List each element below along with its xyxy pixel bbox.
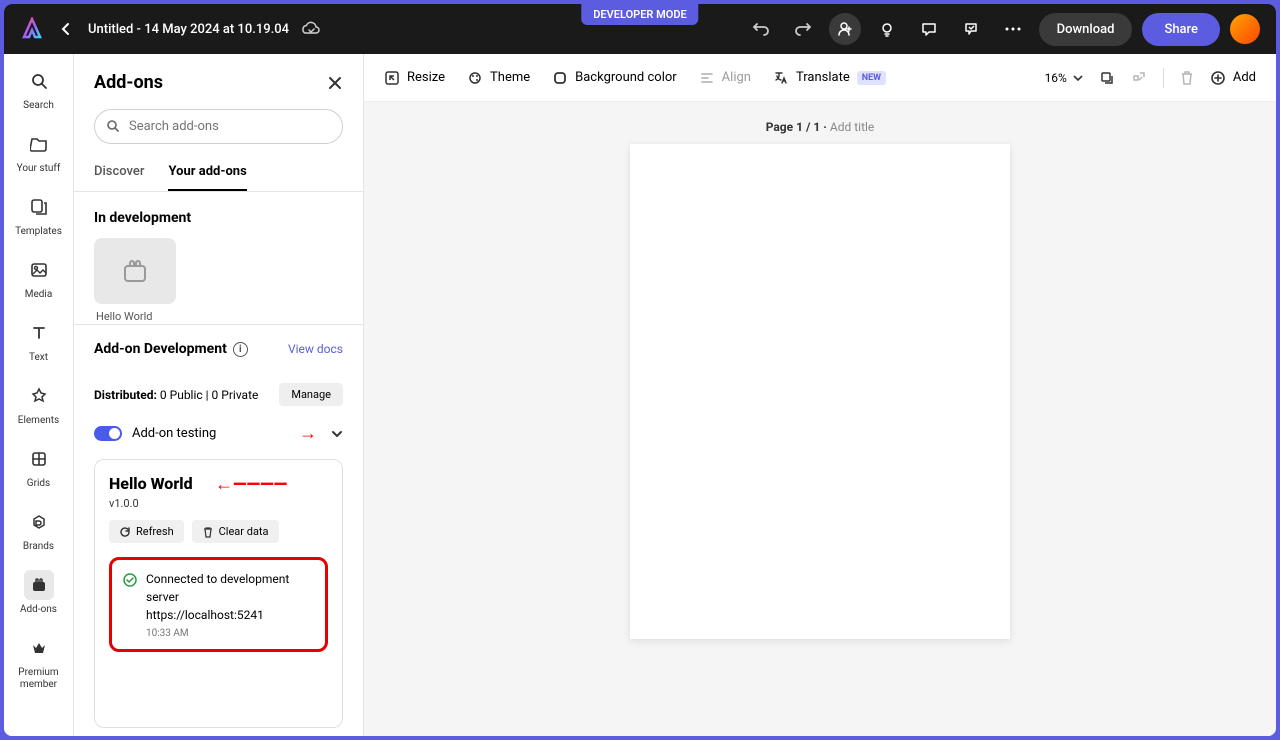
new-badge: NEW xyxy=(857,71,886,85)
duplicate-icon[interactable] xyxy=(1099,70,1115,86)
translate-icon xyxy=(773,70,789,86)
rail-search[interactable]: Search xyxy=(9,66,69,111)
plugin-icon xyxy=(121,257,149,285)
rail-media[interactable]: Media xyxy=(9,255,69,300)
brands-icon xyxy=(24,507,54,537)
resize-button[interactable]: Resize xyxy=(384,70,445,86)
rail-elements[interactable]: Elements xyxy=(9,381,69,426)
redo-icon[interactable] xyxy=(787,13,819,45)
bgcolor-button[interactable]: Background color xyxy=(552,70,677,86)
text-icon xyxy=(24,318,54,348)
transform-icon[interactable] xyxy=(1131,70,1147,86)
panel-title: Add-ons xyxy=(94,72,163,93)
app-logo[interactable] xyxy=(20,17,44,41)
addons-panel: Add-ons Discover Your add-ons In develop… xyxy=(74,54,364,736)
distributed-label: Distributed: xyxy=(94,388,157,402)
premium-icon xyxy=(24,633,54,663)
rail-yourstuff[interactable]: Your stuff xyxy=(9,129,69,174)
rail-brands[interactable]: Brands xyxy=(9,507,69,552)
rail-addons[interactable]: Add-ons xyxy=(9,570,69,615)
zoom-dropdown[interactable]: 16% xyxy=(1045,71,1083,85)
user-avatar[interactable] xyxy=(1230,14,1260,44)
distributed-value: 0 Public | 0 Private xyxy=(160,388,258,402)
addons-icon xyxy=(24,570,54,600)
undo-icon[interactable] xyxy=(745,13,777,45)
delete-icon[interactable] xyxy=(1180,70,1194,86)
addon-testing-toggle[interactable] xyxy=(94,426,122,441)
annotation-arrow: ←———— xyxy=(215,474,287,495)
align-icon xyxy=(699,70,715,86)
project-version: v1.0.0 xyxy=(109,493,328,520)
bgcolor-icon xyxy=(552,70,568,86)
add-page-button[interactable]: Add xyxy=(1210,70,1256,86)
templates-icon xyxy=(24,192,54,222)
back-button[interactable] xyxy=(56,19,76,39)
rail-templates[interactable]: Templates xyxy=(9,192,69,237)
refresh-button[interactable]: Refresh xyxy=(109,520,184,543)
search-icon xyxy=(24,66,54,96)
search-addons-input[interactable] xyxy=(94,109,343,144)
status-url: https://localhost:5241 xyxy=(146,606,315,624)
rail-text[interactable]: Text xyxy=(9,318,69,363)
grids-icon xyxy=(24,444,54,474)
clear-data-button[interactable]: Clear data xyxy=(192,520,279,543)
feedback-icon[interactable] xyxy=(955,13,987,45)
canvas-toolbar: Resize Theme Background color Align Tran… xyxy=(364,54,1276,102)
media-icon xyxy=(24,255,54,285)
comment-icon[interactable] xyxy=(913,13,945,45)
download-button[interactable]: Download xyxy=(1039,13,1133,46)
search-icon xyxy=(106,119,120,133)
plus-circle-icon xyxy=(1210,70,1226,86)
check-circle-icon xyxy=(122,572,138,641)
page-label[interactable]: Page 1 / 1 · Add title xyxy=(766,120,875,134)
refresh-icon xyxy=(119,526,131,538)
rail-premium[interactable]: Premium member xyxy=(9,633,69,691)
theme-icon xyxy=(467,70,483,86)
align-button: Align xyxy=(699,70,751,86)
status-message: Connected to development server xyxy=(146,572,289,604)
status-time: 10:33 AM xyxy=(146,626,315,641)
canvas-area: Resize Theme Background color Align Tran… xyxy=(364,54,1276,736)
share-button[interactable]: Share xyxy=(1142,13,1220,46)
left-rail: Search Your stuff Templates Media Text E… xyxy=(4,54,74,736)
translate-button[interactable]: TranslateNEW xyxy=(773,70,886,86)
resize-icon xyxy=(384,70,400,86)
close-icon[interactable] xyxy=(327,75,343,91)
trash-icon xyxy=(202,526,214,538)
rail-grids[interactable]: Grids xyxy=(9,444,69,489)
theme-button[interactable]: Theme xyxy=(467,70,530,86)
addon-card[interactable] xyxy=(94,238,176,304)
cloud-sync-icon[interactable] xyxy=(301,21,321,37)
view-docs-link[interactable]: View docs xyxy=(288,342,343,356)
annotation-arrow: → xyxy=(299,423,317,444)
elements-icon xyxy=(24,381,54,411)
folder-icon xyxy=(24,129,54,159)
invite-icon[interactable] xyxy=(829,13,861,45)
tab-your-addons[interactable]: Your add-ons xyxy=(168,154,246,191)
addon-testing-label: Add-on testing xyxy=(132,426,216,441)
chevron-down-icon xyxy=(1073,75,1083,81)
chevron-down-icon[interactable] xyxy=(331,430,343,438)
lightbulb-icon[interactable] xyxy=(871,13,903,45)
document-title[interactable]: Untitled - 14 May 2024 at 10.19.04 xyxy=(88,22,289,37)
tab-discover[interactable]: Discover xyxy=(94,154,144,191)
info-icon[interactable]: i xyxy=(233,342,248,357)
in-development-heading: In development xyxy=(74,192,363,238)
more-icon[interactable] xyxy=(997,13,1029,45)
addon-card-name: Hello World xyxy=(94,304,343,320)
addon-dev-heading: Add-on Development xyxy=(94,341,227,357)
manage-button[interactable]: Manage xyxy=(279,383,343,406)
connection-status: Connected to development server https://… xyxy=(109,557,328,652)
addon-testing-card: Hello World ←———— v1.0.0 Refresh Clear d… xyxy=(94,459,343,728)
developer-mode-badge: DEVELOPER MODE xyxy=(581,4,698,25)
canvas-page[interactable] xyxy=(630,144,1010,639)
